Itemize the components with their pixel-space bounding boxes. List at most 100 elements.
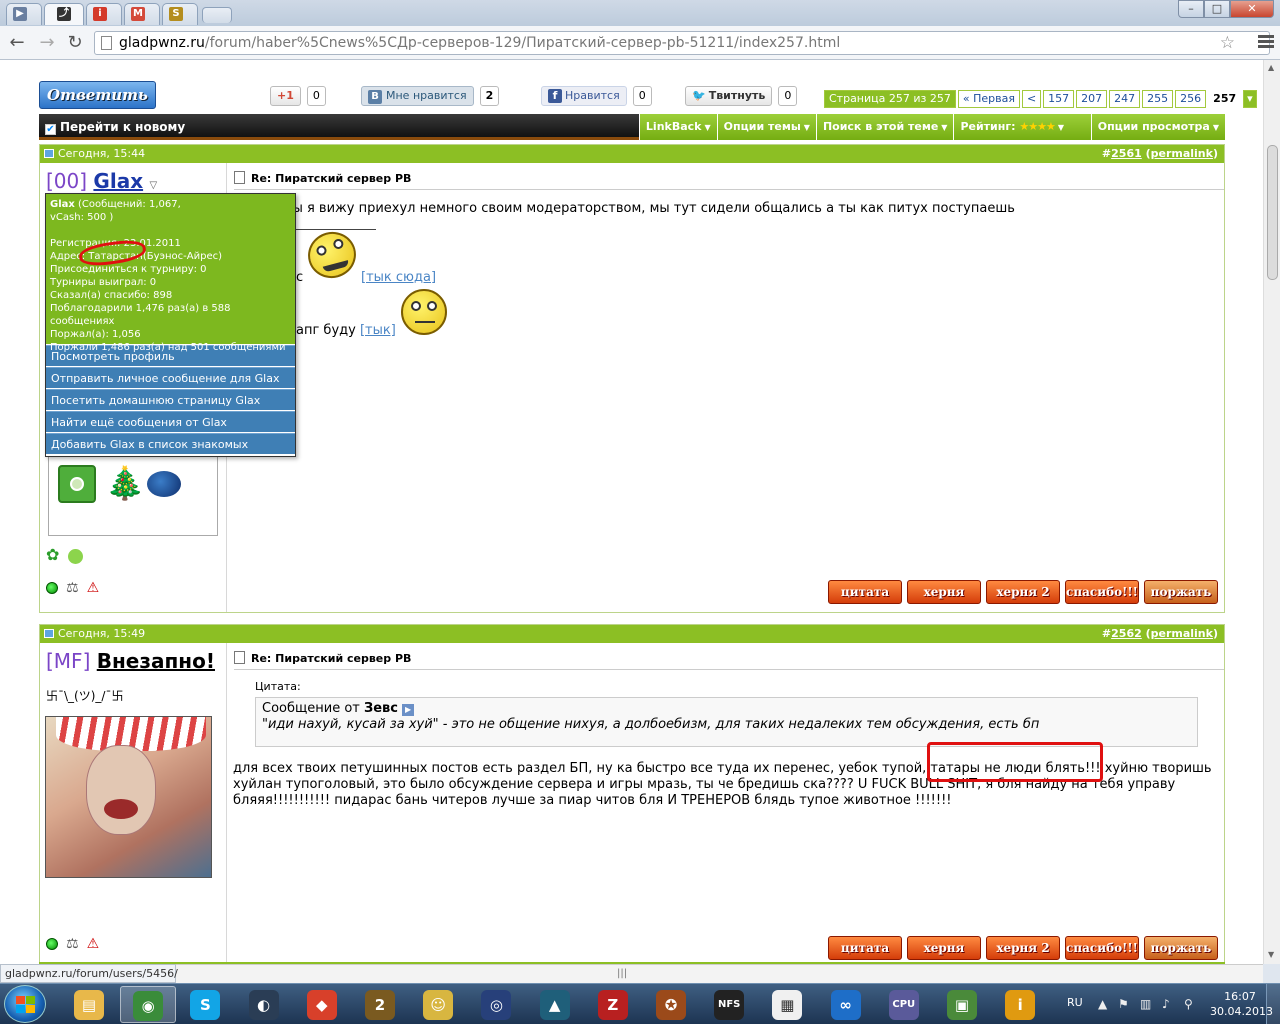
taskbar-app-app-13[interactable]: ▦ <box>760 986 816 1023</box>
user-menu-arrow-icon[interactable]: ▽ <box>149 180 157 191</box>
horizontal-scrollbar[interactable]: ||| <box>0 964 1263 983</box>
new-tab-button[interactable] <box>202 7 232 23</box>
fb-like-button[interactable]: f Нравится <box>541 86 627 106</box>
page-link[interactable]: 207 <box>1076 90 1108 108</box>
steam-icon: ◐ <box>248 990 279 1020</box>
taskbar-app-chrome[interactable]: ◉ <box>120 986 177 1023</box>
permalink-link[interactable]: permalink <box>1151 627 1213 640</box>
find-posts-item[interactable]: Найти ещё сообщения от Glax <box>46 411 295 432</box>
page-link[interactable]: 255 <box>1142 90 1174 108</box>
minimize-button[interactable]: – <box>1178 0 1204 18</box>
goto-new-link[interactable]: ✔ Перейти к новому <box>39 114 639 140</box>
taskbar-app-app-10[interactable]: Z <box>586 986 642 1023</box>
tray-chevron-icon[interactable]: ▲ <box>1098 997 1107 1011</box>
vertical-scrollbar[interactable]: ▲ ▼ <box>1263 60 1280 964</box>
maximize-button[interactable]: □ <box>1204 0 1230 18</box>
report-warning-icon[interactable]: ⚠ <box>87 936 100 952</box>
page-prev-link[interactable]: < <box>1021 90 1042 108</box>
reputation-scales-icon[interactable]: ⚖ <box>66 936 79 952</box>
linkback-menu[interactable]: LinkBack ▼ <box>638 114 717 140</box>
thread-options-menu[interactable]: Опции темы ▼ <box>716 114 816 140</box>
report-warning-icon[interactable]: ⚠ <box>87 580 100 596</box>
thanks-button[interactable]: спасибо!!! <box>1065 580 1139 604</box>
page-link[interactable]: 247 <box>1109 90 1141 108</box>
browser-tab-1[interactable]: ▶ <box>6 3 42 25</box>
start-button[interactable] <box>4 985 46 1023</box>
popup-line: Сказал(а) спасибо: 898 <box>50 290 173 301</box>
page-jump-dropdown[interactable]: ▾ <box>1243 90 1257 108</box>
reputation-scales-icon[interactable]: ⚖ <box>66 580 79 596</box>
taskbar-app-app-6[interactable]: 2 <box>353 986 409 1023</box>
post-number-link[interactable]: 2562 <box>1111 627 1142 640</box>
volume-icon[interactable]: ♪ <box>1162 997 1170 1011</box>
scroll-up-icon[interactable]: ▲ <box>1268 63 1274 72</box>
thanks-button[interactable]: спасибо!!! <box>1065 936 1139 960</box>
scrollbar-thumb[interactable] <box>1267 145 1278 280</box>
message-link[interactable]: [тык сюда] <box>361 270 436 285</box>
antenna-icon[interactable]: ⚲ <box>1184 997 1193 1011</box>
username: [00] Glax ▽ <box>46 169 157 193</box>
rating-menu[interactable]: Рейтинг: ★★★★ ▼ <box>953 114 1091 140</box>
clock[interactable]: 16:07 30.04.2013 <box>1210 989 1273 1019</box>
chrome-menu-icon[interactable] <box>1254 33 1278 53</box>
user-avatar[interactable] <box>45 716 212 878</box>
browser-tab-5[interactable]: S <box>162 3 198 25</box>
browser-tab-3[interactable]: i <box>86 3 122 25</box>
browser-tab-2[interactable]: ⤴ <box>44 3 84 25</box>
taskbar-app-app-5[interactable]: ◆ <box>295 986 351 1023</box>
page-first-link[interactable]: « Первая <box>957 90 1020 108</box>
close-button[interactable]: ✕ <box>1230 0 1274 18</box>
send-pm-item[interactable]: Отправить личное сообщение для Glax <box>46 367 295 388</box>
laugh-button[interactable]: поржать <box>1144 580 1218 604</box>
taskbar-app-steam[interactable]: ◐ <box>237 986 293 1023</box>
address-bar[interactable]: gladpwnz.ru/forum/haber%5Cnews%5CДр-серв… <box>94 31 1270 55</box>
page-link[interactable]: 157 <box>1043 90 1075 108</box>
forward-arrow-icon[interactable]: → <box>36 32 58 54</box>
permalink-link[interactable]: permalink <box>1151 147 1213 160</box>
taskbar-app-cpu-z[interactable]: CPU <box>877 986 933 1023</box>
taskbar-app-explorer[interactable]: ▤ <box>62 986 118 1023</box>
taskbar-app-app-9[interactable]: ▲ <box>528 986 584 1023</box>
nonsense-button[interactable]: херня <box>907 936 981 960</box>
nonsense-2-button[interactable]: херня 2 <box>986 936 1060 960</box>
laugh-button[interactable]: поржать <box>1144 936 1218 960</box>
show-desktop-button[interactable] <box>1266 984 1280 1024</box>
taskbar-app-nfs[interactable]: NFS <box>702 986 758 1023</box>
display-options-menu[interactable]: Опции просмотра ▼ <box>1090 114 1225 140</box>
quote-button[interactable]: цитата <box>828 936 902 960</box>
reload-icon[interactable]: ↻ <box>64 32 86 54</box>
network-icon[interactable]: ▥ <box>1140 997 1151 1011</box>
page-viewport: Ответить +1 0 B Мне нравится 2 f Нравится … <box>0 60 1263 964</box>
post-number-link[interactable]: 2561 <box>1111 147 1142 160</box>
view-post-arrow-icon[interactable]: ▶ <box>402 704 415 716</box>
vk-like-button[interactable]: B Мне нравится <box>361 86 474 106</box>
taskbar-app-fallout[interactable]: ☺ <box>411 986 467 1023</box>
gplus-button[interactable]: +1 <box>270 86 301 106</box>
language-indicator[interactable]: RU <box>1067 996 1083 1009</box>
taskbar-app-app-14[interactable]: ∞ <box>819 986 875 1023</box>
browser-tab-4[interactable]: M <box>124 3 160 25</box>
quote-button[interactable]: цитата <box>828 580 902 604</box>
taskbar-app-app-8[interactable]: ◎ <box>469 986 525 1023</box>
taskbar-app-app-17[interactable]: i <box>993 986 1049 1023</box>
nonsense-button[interactable]: херня <box>907 580 981 604</box>
taskbar-app-skype[interactable]: S <box>178 986 234 1023</box>
taskbar-app-app-16[interactable]: ▣ <box>935 986 991 1023</box>
scroll-down-icon[interactable]: ▼ <box>1268 950 1274 959</box>
username-link[interactable]: Внезапно! <box>97 649 215 673</box>
reply-button[interactable]: Ответить <box>39 81 156 109</box>
bookmark-star-icon[interactable]: ☆ <box>1220 33 1235 53</box>
back-arrow-icon[interactable]: ← <box>6 32 28 54</box>
taskbar-app-app-11[interactable]: ✪ <box>644 986 700 1023</box>
search-thread-menu[interactable]: Поиск в этой теме ▼ <box>815 114 954 140</box>
add-contact-item[interactable]: Добавить Glax в список знакомых <box>46 433 295 454</box>
tab-favicon-icon: M <box>131 7 145 21</box>
tweet-button[interactable]: 🐦 Твитнуть <box>685 86 773 106</box>
nonsense-2-button[interactable]: херня 2 <box>986 580 1060 604</box>
message-link[interactable]: [тык] <box>360 323 396 338</box>
page-link[interactable]: 256 <box>1175 90 1207 108</box>
popup-username: Glax <box>50 199 75 210</box>
username-link[interactable]: Glax <box>93 169 143 193</box>
visit-homepage-item[interactable]: Посетить домашнюю страницу Glax <box>46 389 295 410</box>
flag-icon[interactable]: ⚑ <box>1118 997 1129 1011</box>
